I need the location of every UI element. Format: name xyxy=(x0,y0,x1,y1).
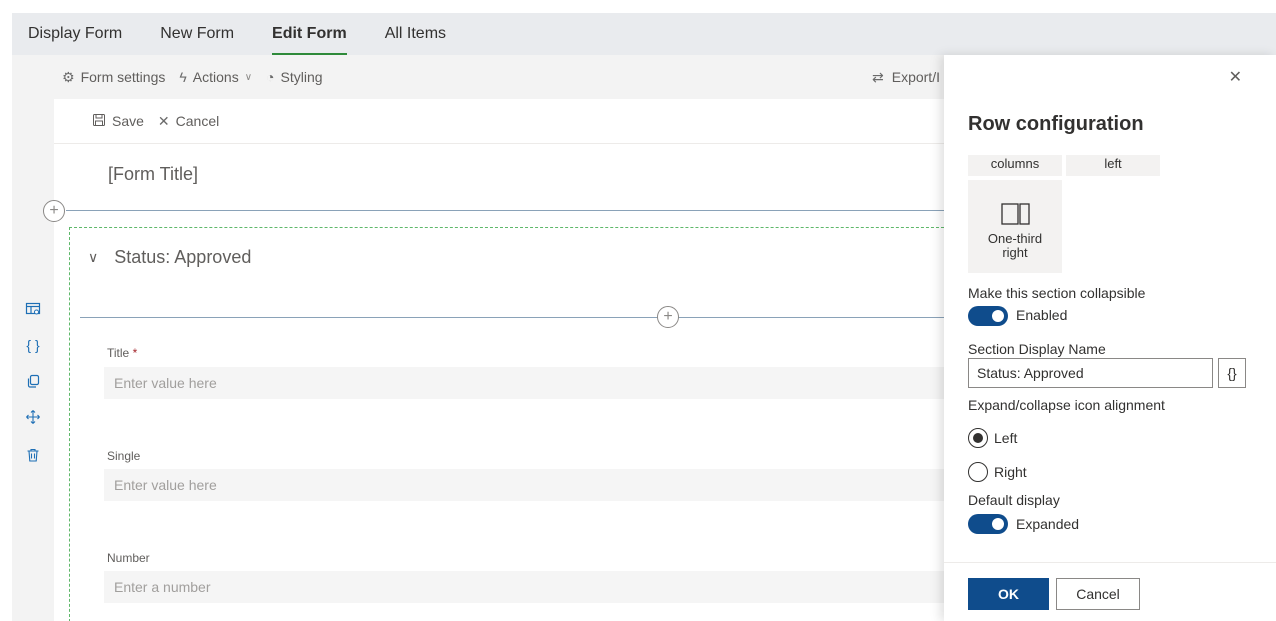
row-configuration-panel: ✕ Row configuration columns left One-thi… xyxy=(944,55,1276,621)
save-button[interactable]: Save xyxy=(92,113,144,130)
default-display-toggle[interactable] xyxy=(968,514,1008,534)
cancel-button[interactable]: Cancel xyxy=(1056,578,1140,610)
radio-right-label: Right xyxy=(994,464,1027,480)
single-input[interactable] xyxy=(104,469,944,501)
divider xyxy=(80,317,944,318)
command-bar: ⚙ Form settings ϟ Actions ∨ ◔ Styling ⇄ … xyxy=(54,55,944,99)
form-tabs: Display Form New Form Edit Form All Item… xyxy=(12,13,1276,55)
code-braces-icon[interactable]: { } xyxy=(24,336,42,354)
close-panel-icon[interactable]: ✕ xyxy=(1229,67,1242,87)
tab-all-items[interactable]: All Items xyxy=(385,13,446,55)
section-display-name-input[interactable] xyxy=(968,358,1213,388)
copy-icon[interactable] xyxy=(24,372,42,390)
section-header[interactable]: ∨ Status: Approved xyxy=(88,247,251,268)
actions-button[interactable]: ϟ Actions ∨ xyxy=(179,69,252,85)
title-input[interactable] xyxy=(104,367,944,399)
save-bar: Save ✕ Cancel xyxy=(54,99,944,144)
export-button[interactable]: ⇄ Export/I xyxy=(872,55,940,99)
delete-icon[interactable] xyxy=(24,446,42,464)
radio-left[interactable] xyxy=(968,428,988,448)
layout-option-left[interactable]: left xyxy=(1066,155,1160,176)
default-display-state: Expanded xyxy=(1016,516,1080,532)
cancel-edit-button[interactable]: ✕ Cancel xyxy=(158,113,219,130)
footer-divider xyxy=(944,562,1276,563)
styling-button[interactable]: ◔ Styling xyxy=(266,69,323,85)
expression-braces-button[interactable]: {} xyxy=(1218,358,1246,388)
tab-display-form[interactable]: Display Form xyxy=(28,13,122,55)
panel-title: Row configuration xyxy=(968,113,1144,135)
add-row-icon[interactable]: + xyxy=(43,200,65,222)
tab-edit-form[interactable]: Edit Form xyxy=(272,13,347,55)
add-field-icon[interactable]: + xyxy=(657,306,679,328)
lightning-icon: ϟ xyxy=(179,69,187,85)
field-label-number: Number xyxy=(107,551,150,565)
swap-arrows-icon: ⇄ xyxy=(872,68,884,85)
gear-icon: ⚙ xyxy=(62,68,75,85)
radio-left-label: Left xyxy=(994,430,1018,446)
divider xyxy=(66,210,944,211)
palette-icon: ◔ xyxy=(266,69,275,85)
save-icon xyxy=(92,113,106,130)
chevron-down-icon: ∨ xyxy=(88,249,99,265)
form-section xyxy=(69,227,949,621)
layout-option-columns[interactable]: columns xyxy=(968,155,1062,176)
tab-new-form[interactable]: New Form xyxy=(160,13,234,55)
field-label-single: Single xyxy=(107,449,141,463)
one-third-right-layout-icon xyxy=(968,201,1062,230)
collapsible-label: Make this section collapsible xyxy=(968,285,1146,301)
collapsible-state: Enabled xyxy=(1016,307,1068,323)
layout-option-one-third-right[interactable]: One-third right xyxy=(968,180,1062,273)
display-name-label: Section Display Name xyxy=(968,341,1106,357)
chevron-down-icon: ∨ xyxy=(244,71,253,83)
move-icon[interactable] xyxy=(24,408,42,426)
ok-button[interactable]: OK xyxy=(968,578,1049,610)
section-title: Status: Approved xyxy=(114,247,252,267)
alignment-label: Expand/collapse icon alignment xyxy=(968,397,1165,413)
collapsible-toggle[interactable] xyxy=(968,306,1008,326)
layout-icon[interactable] xyxy=(24,300,42,318)
close-icon: ✕ xyxy=(157,112,170,129)
form-title[interactable]: [Form Title] xyxy=(108,164,198,185)
field-label-title: Title * xyxy=(107,346,138,360)
form-settings-button[interactable]: ⚙ Form settings xyxy=(62,69,165,86)
radio-right[interactable] xyxy=(968,462,988,482)
default-display-label: Default display xyxy=(968,492,1060,508)
number-input[interactable] xyxy=(104,571,944,603)
